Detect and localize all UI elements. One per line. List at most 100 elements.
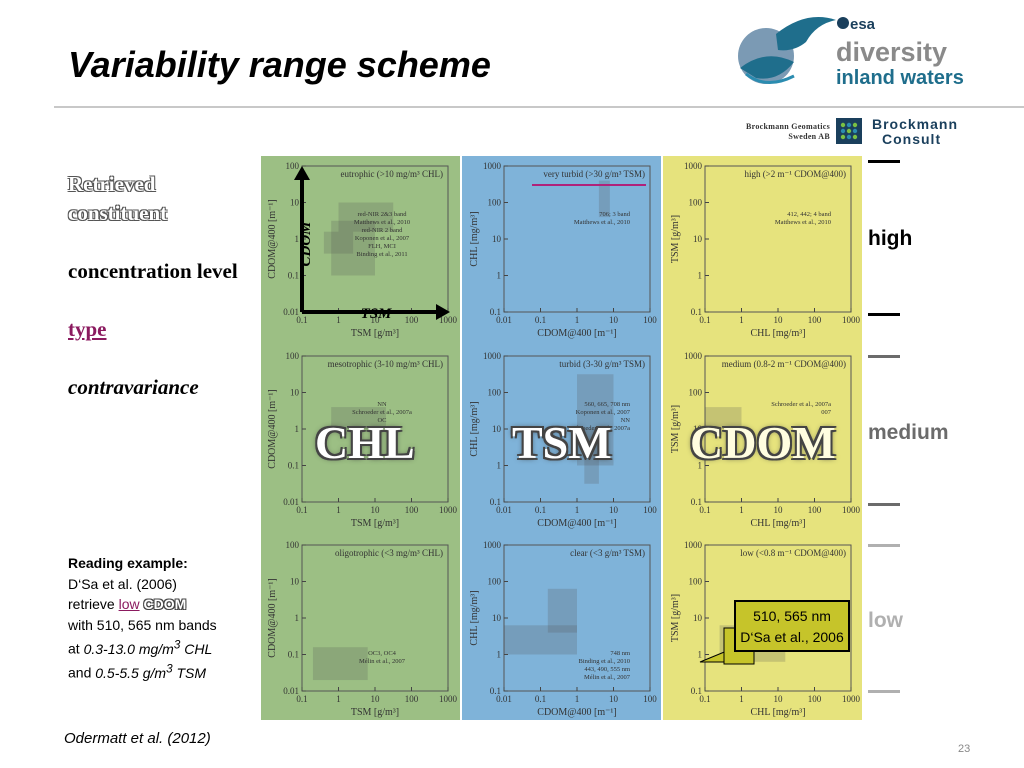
y-tick-label: 0.1 [691,686,702,696]
y-tick-label: 1000 [684,161,703,171]
y-axis-label: CHL [mg/m³] [469,401,480,456]
y-tick-label: 100 [689,198,703,208]
panel-annotation: red-NIR 2&3 band [357,211,407,218]
x-tick-label: 1 [739,505,744,515]
panel-title: high (>2 m⁻¹ CDOM@400) [744,169,846,179]
x-axis-label: CHL [mg/m³] [750,328,805,339]
panel-annotation: red-NIR 2 band [362,227,404,234]
low-top-dash [868,544,900,547]
panel-annotation: Schroeder et al., 2007a [771,401,831,408]
panel-annotation: Schroeder et al., 2007a [352,409,412,416]
x-tick-label: 10 [371,505,381,515]
panel-tsm-high: 0.01 0.1 1 10 1000.11101001000CDOM@400 [m⁻¹]… [469,161,657,339]
panel-annotation: NN [621,417,631,424]
x-tick-label: 10 [609,694,619,704]
panel-annotation: NN [377,401,387,408]
panel-cdom-high: 0.1 1 10 100 10000.11101001000CHL [mg/m³]TSM… [670,161,861,339]
y-tick-label: 0.1 [490,307,501,317]
low-bottom-dash [868,690,900,693]
x-tick-label: 0.1 [535,505,546,515]
callout-reference: D‘Sa et al., 2006 [740,629,844,645]
x-tick-label: 100 [643,505,657,515]
x-tick-label: 10 [609,315,619,325]
x-tick-label: 100 [808,694,822,704]
panel-annotation: Matthews et al., 2010 [354,219,410,226]
y-tick-label: 1000 [483,351,502,361]
y-tick-label: 1000 [483,540,502,550]
x-axis-label: CDOM@400 [m⁻¹] [537,518,616,529]
x-tick-label: 1000 [842,694,861,704]
y-tick-label: 1 [698,271,703,281]
x-tick-label: 100 [405,505,419,515]
x-tick-label: 1000 [842,505,861,515]
panel-title: mesotrophic (3-10 mg/m³ CHL) [328,359,443,369]
high-top-dash [868,160,900,163]
panel-annotation: 706; 3 band [599,211,630,218]
x-tick-label: 10 [774,505,784,515]
x-tick-label: 1 [336,694,341,704]
y-tick-label: 10 [693,613,703,623]
x-axis-label: TSM [g/m³] [351,707,399,718]
variability-panels: 0.1 1 10 100 1000 0.01 0.1 1 10 100 TSM [g/m³] CDOM… [267,161,861,718]
panel-annotation: 412, 442; 4 band [787,211,831,218]
panel-title: oligotrophic (<3 mg/m³ CHL) [335,548,443,558]
y-tick-label: 1 [497,650,502,660]
y-axis-label: TSM [g/m³] [670,405,681,453]
x-axis-label: TSM [g/m³] [351,328,399,339]
x-tick-label: 100 [405,315,419,325]
x-tick-label: 100 [643,315,657,325]
panel-annotation: Mélin et al., 2007 [584,674,631,681]
x-tick-label: 1 [336,505,341,515]
x-tick-label: 10 [774,694,784,704]
panel-title: eutrophic (>10 mg/m³ CHL) [340,169,443,179]
x-axis-label: CDOM@400 [m⁻¹] [537,328,616,339]
panel-title: turbid (3-30 g/m³ TSM) [559,359,645,369]
y-tick-label: 0.01 [283,497,299,507]
x-tick-label: 0.1 [535,315,546,325]
y-tick-label: 10 [693,234,703,244]
panel-frame [704,165,852,313]
x-tick-label: 10 [774,315,784,325]
y-tick-label: 0.1 [691,497,702,507]
callout-bands: 510, 565 nm [753,608,831,624]
panel-chl-low: 0.1 1 10 100 10000.010.1110100TSM [g/m³]CDOM… [267,540,458,718]
y-axis-label: TSM [g/m³] [670,594,681,642]
panel-annotation: Matthews et al., 2010 [775,219,831,226]
panel-annotation: 443, 490, 555 nm [584,666,630,673]
x-tick-label: 100 [808,315,822,325]
retrieval-range [504,625,577,655]
panel-annotation: Koponen et al., 2007 [355,235,410,242]
panel-annotation: 007 [821,409,832,416]
panel-title: medium (0.8-2 m⁻¹ CDOM@400) [722,359,846,369]
y-tick-label: 10 [290,198,300,208]
example-callout: 510, 565 nm D‘Sa et al., 2006 [734,600,850,652]
tsm-arrow-label: TSM [361,306,393,322]
x-axis-label: CHL [mg/m³] [750,707,805,718]
x-tick-label: 1 [575,315,580,325]
panel-tsm-low: 0.01 0.1 1 10 1000.11101001000CDOM@400 [m⁻¹]… [469,540,657,718]
y-axis-label: CHL [mg/m³] [469,211,480,266]
x-tick-label: 100 [643,694,657,704]
panel-annotation: Binding et al., 2011 [356,251,407,258]
panel-annotation: 560, 665, 708 nm [584,401,630,408]
y-tick-label: 1 [497,271,502,281]
x-axis-label: TSM [g/m³] [351,518,399,529]
y-tick-label: 0.1 [288,650,299,660]
y-axis-label: CHL [mg/m³] [469,590,480,645]
x-tick-label: 100 [808,505,822,515]
panel-annotation: OC3, OC4 [368,650,397,657]
retrieval-range [323,231,354,254]
level-medium-label: medium [868,421,949,444]
y-tick-label: 10 [492,424,502,434]
y-axis-label: TSM [g/m³] [670,215,681,263]
y-tick-label: 10 [492,613,502,623]
x-tick-label: 1 [336,315,341,325]
x-tick-label: 1 [739,315,744,325]
y-tick-label: 0.1 [691,307,702,317]
panel-frame [503,165,651,313]
panel-annotation: Binding et al., 2010 [579,658,630,665]
panel-title: very turbid (>30 g/m³ TSM) [543,169,645,179]
x-tick-label: 0.1 [535,694,546,704]
y-tick-label: 0.1 [288,271,299,281]
y-tick-label: 1 [497,461,502,471]
